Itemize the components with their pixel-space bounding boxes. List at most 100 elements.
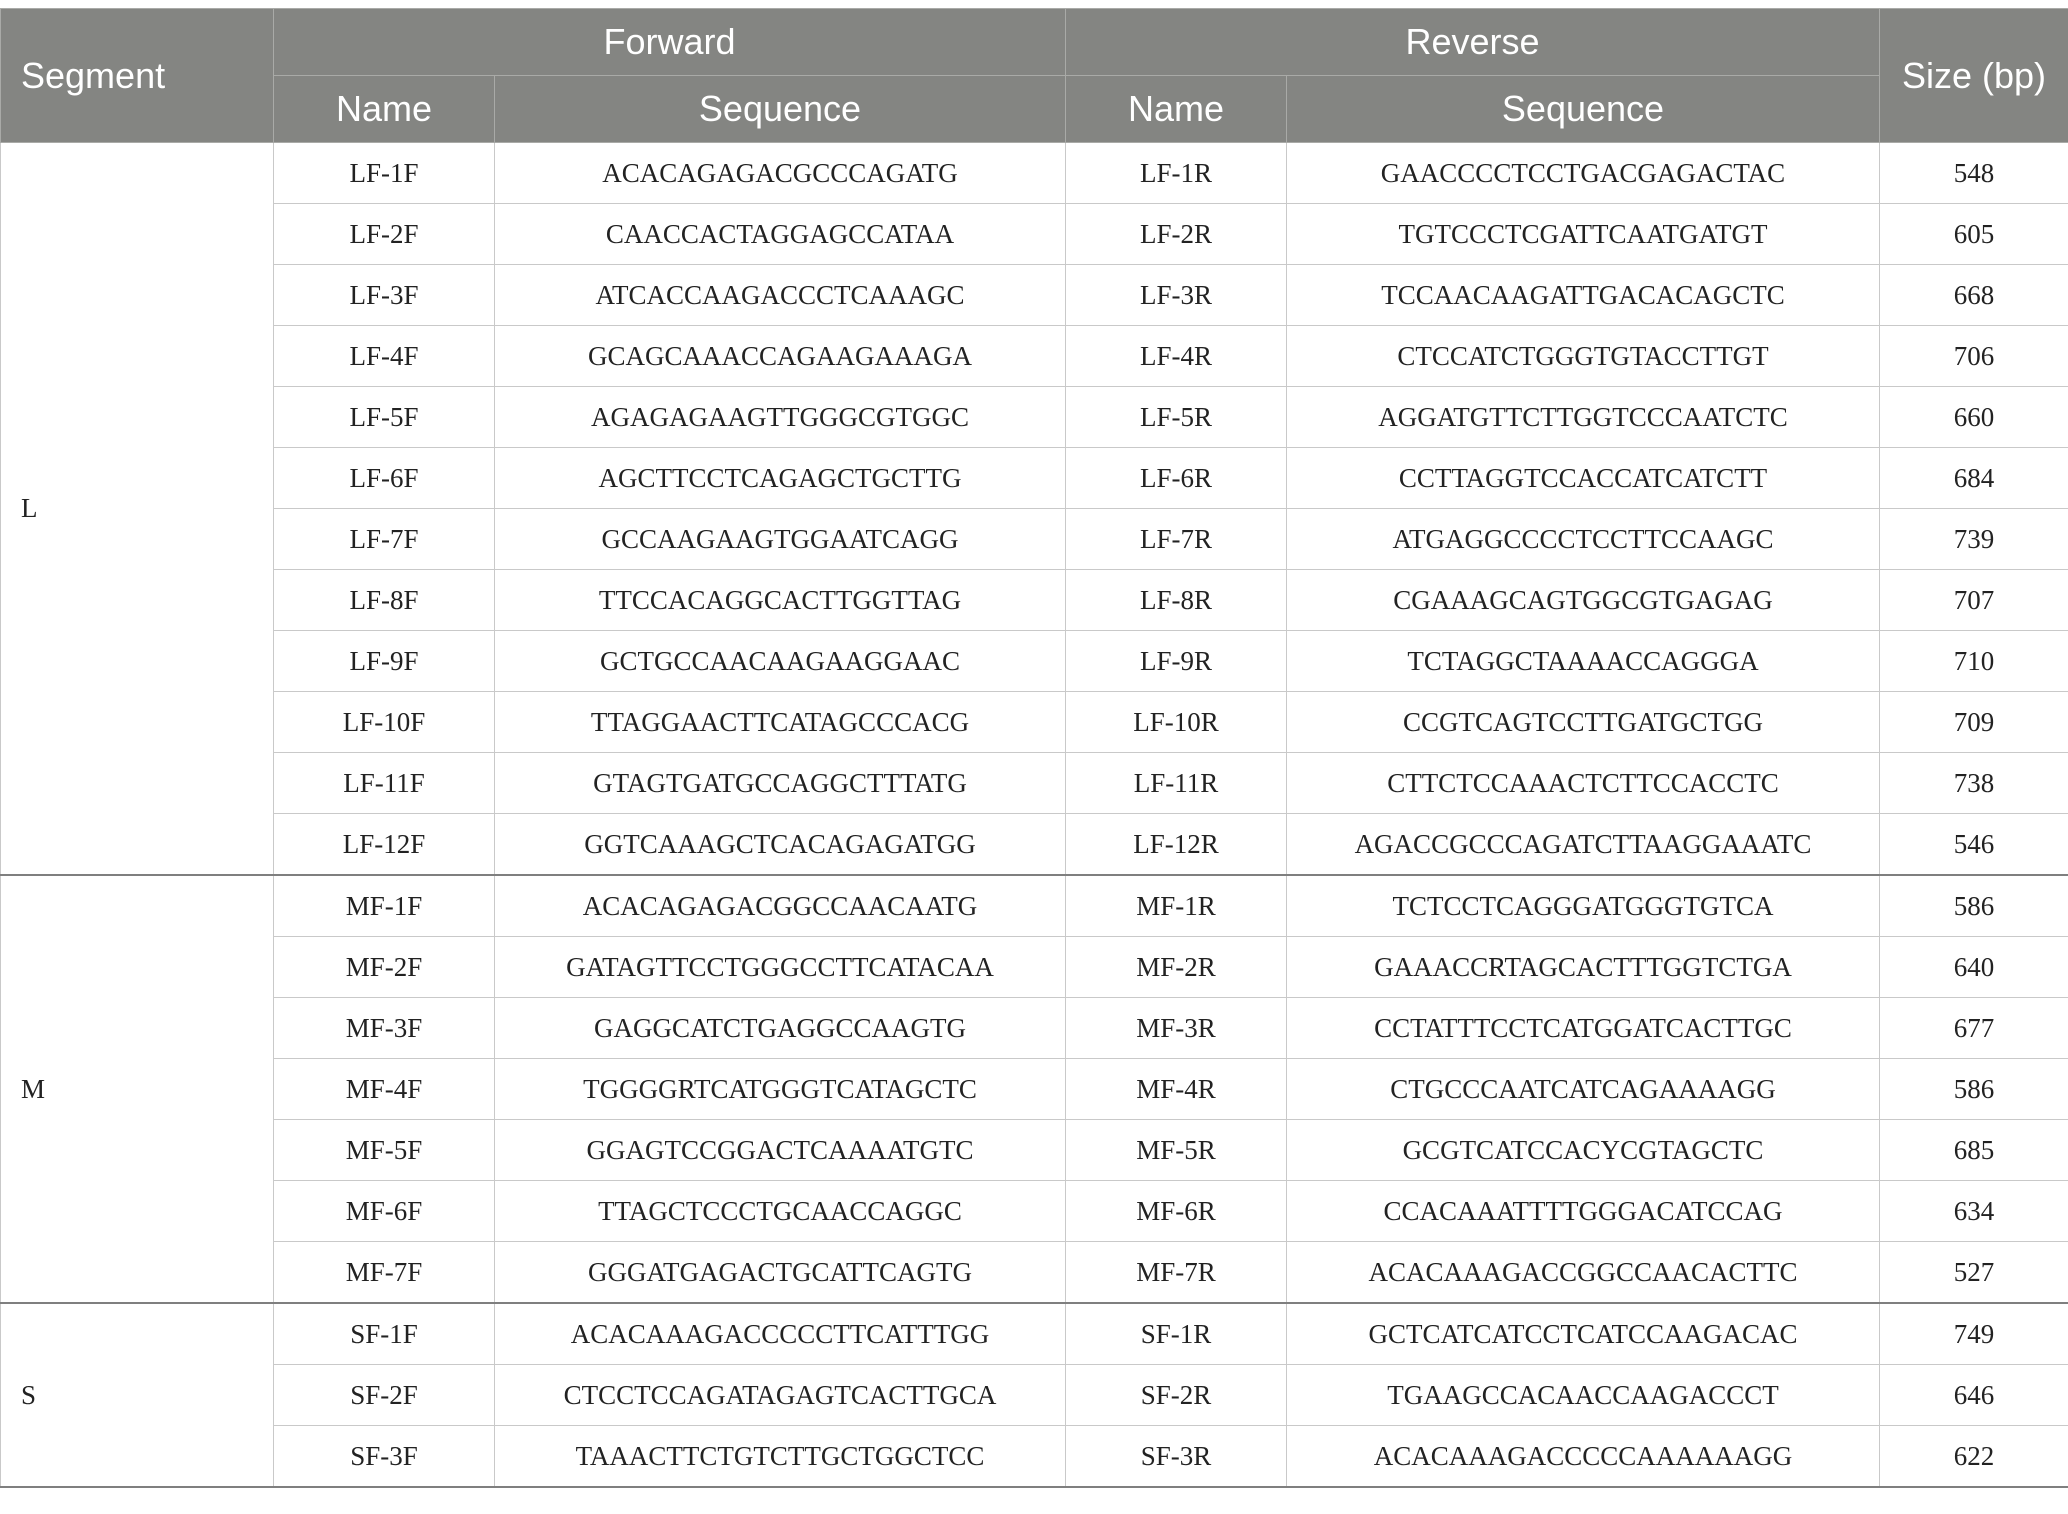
reverse-sequence-cell: TCTAGGCTAAAACCAGGGA (1286, 630, 1880, 692)
forward-sequence-cell: CTCCTCCAGATAGAGTCACTTGCA (494, 1364, 1066, 1426)
reverse-sequence-cell: TGAAGCCACAACCAAGACCCT (1286, 1364, 1880, 1426)
segment-cell: S (0, 1302, 274, 1488)
forward-name-cell: SF-3F (273, 1425, 495, 1488)
reverse-name-cell: LF-1R (1065, 142, 1287, 204)
table-row: LF-12F GGTCAAAGCTCACAGAGATGG LF-12R AGACCGC… (1, 813, 2068, 876)
reverse-sequence-cell: GAAACCRTAGCACTTTGGTCTGA (1286, 936, 1880, 998)
forward-header: Forward (273, 8, 1066, 76)
size-cell: 640 (1879, 936, 2068, 998)
reverse-name-cell: MF-6R (1065, 1180, 1287, 1242)
forward-sequence-cell: TGGGGRTCATGGGTCATAGCTC (494, 1058, 1066, 1120)
reverse-name-cell: LF-11R (1065, 752, 1287, 814)
size-cell: 739 (1879, 508, 2068, 570)
forward-name-cell: LF-9F (273, 630, 495, 692)
reverse-sequence-header: Sequence (1286, 75, 1880, 143)
reverse-sequence-cell: TCTCCTCAGGGATGGGTGTCA (1286, 874, 1880, 937)
forward-name-cell: SF-1F (273, 1302, 495, 1365)
forward-sequence-cell: AGCTTCCTCAGAGCTGCTTG (494, 447, 1066, 509)
table-row: LF-7F GCCAAGAAGTGGAATCAGG LF-7R ATGAGGCCCCT… (1, 508, 2068, 570)
reverse-name-cell: MF-3R (1065, 997, 1287, 1059)
table-row: MF-7F GGGATGAGACTGCATTCAGTG MF-7R ACACAAAGA… (1, 1241, 2068, 1304)
table-row: MF-4F TGGGGRTCATGGGTCATAGCTC MF-4R CTGCCCAA… (1, 1058, 2068, 1120)
reverse-sequence-cell: GAACCCCTCCTGACGAGACTAC (1286, 142, 1880, 204)
reverse-sequence-cell: CTGCCCAATCATCAGAAAAGG (1286, 1058, 1880, 1120)
forward-name-cell: LF-6F (273, 447, 495, 509)
forward-sequence-cell: GGAGTCCGGACTCAAAATGTC (494, 1119, 1066, 1181)
reverse-name-cell: SF-2R (1065, 1364, 1287, 1426)
forward-name-cell: MF-5F (273, 1119, 495, 1181)
table-row: MF-3F GAGGCATCTGAGGCCAAGTG MF-3R CCTATTTCCT… (1, 997, 2068, 1059)
forward-name-cell: SF-2F (273, 1364, 495, 1426)
reverse-name-cell: LF-12R (1065, 813, 1287, 876)
table-row: LF-11F GTAGTGATGCCAGGCTTTATG LF-11R CTTCTCC… (1, 752, 2068, 814)
reverse-name-cell: LF-9R (1065, 630, 1287, 692)
forward-sequence-cell: GGGATGAGACTGCATTCAGTG (494, 1241, 1066, 1304)
reverse-name-cell: MF-2R (1065, 936, 1287, 998)
reverse-header: Reverse (1065, 8, 1880, 76)
reverse-name-cell: MF-1R (1065, 874, 1287, 937)
table-row: L LF-1F ACACAGAGACGCCCAGATG LF-1R GAACCCCTCC… (0, 142, 2068, 876)
size-cell: 605 (1879, 203, 2068, 265)
reverse-name-cell: MF-5R (1065, 1119, 1287, 1181)
reverse-sequence-cell: ATGAGGCCCCTCCTTCCAAGC (1286, 508, 1880, 570)
forward-sequence-cell: TTCCACAGGCACTTGGTTAG (494, 569, 1066, 631)
reverse-name-cell: MF-4R (1065, 1058, 1287, 1120)
table-row: LF-3F ATCACCAAGACCCTCAAAGC LF-3R TCCAACAAGA… (1, 264, 2068, 326)
forward-name-cell: MF-3F (273, 997, 495, 1059)
size-cell: 710 (1879, 630, 2068, 692)
reverse-name-cell: LF-8R (1065, 569, 1287, 631)
forward-name-cell: LF-12F (273, 813, 495, 876)
reverse-sequence-cell: AGACCGCCCAGATCTTAAGGAAATC (1286, 813, 1880, 876)
size-cell: 622 (1879, 1425, 2068, 1488)
reverse-sequence-cell: CCACAAATTTTGGGACATCCAG (1286, 1180, 1880, 1242)
table-row: LF-6F AGCTTCCTCAGAGCTGCTTG LF-6R CCTTAGGTCC… (1, 447, 2068, 509)
forward-sequence-cell: GCTGCCAACAAGAAGGAAC (494, 630, 1066, 692)
forward-sequence-cell: TTAGCTCCCTGCAACCAGGC (494, 1180, 1066, 1242)
table-row: LF-4F GCAGCAAACCAGAAGAAAGA LF-4R CTCCATCTGG… (1, 325, 2068, 387)
forward-name-cell: LF-7F (273, 508, 495, 570)
forward-name-cell: MF-4F (273, 1058, 495, 1120)
forward-sequence-cell: GAGGCATCTGAGGCCAAGTG (494, 997, 1066, 1059)
table-row: MF-5F GGAGTCCGGACTCAAAATGTC MF-5R GCGTCATCC… (1, 1119, 2068, 1181)
table-row: LF-2F CAACCACTAGGAGCCATAA LF-2R TGTCCCTCGAT… (1, 203, 2068, 265)
size-cell: 668 (1879, 264, 2068, 326)
size-cell: 634 (1879, 1180, 2068, 1242)
size-cell: 684 (1879, 447, 2068, 509)
reverse-name-cell: LF-4R (1065, 325, 1287, 387)
forward-sequence-cell: CAACCACTAGGAGCCATAA (494, 203, 1066, 265)
forward-sequence-cell: TTAGGAACTTCATAGCCCACG (494, 691, 1066, 753)
size-cell: 546 (1879, 813, 2068, 876)
reverse-sequence-cell: TCCAACAAGATTGACACAGCTC (1286, 264, 1880, 326)
forward-name-cell: LF-2F (273, 203, 495, 265)
table-header: Segment Forward Reverse Size (bp) Name S… (0, 8, 2068, 143)
size-cell: 548 (1879, 142, 2068, 204)
forward-sequence-cell: AGAGAGAAGTTGGGCGTGGC (494, 386, 1066, 448)
forward-name-cell: MF-6F (273, 1180, 495, 1242)
reverse-sequence-cell: CGAAAGCAGTGGCGTGAGAG (1286, 569, 1880, 631)
reverse-name-cell: SF-3R (1065, 1425, 1287, 1488)
size-cell: 646 (1879, 1364, 2068, 1426)
reverse-name-cell: LF-10R (1065, 691, 1287, 753)
table-row: SF-2F CTCCTCCAGATAGAGTCACTTGCA SF-2R TGAAGC… (1, 1364, 2068, 1426)
size-cell: 738 (1879, 752, 2068, 814)
forward-sequence-cell: GCCAAGAAGTGGAATCAGG (494, 508, 1066, 570)
forward-name-cell: LF-1F (273, 142, 495, 204)
reverse-name-cell: SF-1R (1065, 1302, 1287, 1365)
forward-name-cell: LF-10F (273, 691, 495, 753)
size-cell: 706 (1879, 325, 2068, 387)
table-row: LF-10F TTAGGAACTTCATAGCCCACG LF-10R CCGTCAG… (1, 691, 2068, 753)
table-row: S SF-1F ACACAAAGACCCCCTTCATTTGG SF-1R GCTCAT… (0, 1302, 2068, 1488)
reverse-name-cell: LF-5R (1065, 386, 1287, 448)
table-row: LF-5F AGAGAGAAGTTGGGCGTGGC LF-5R AGGATGTTCT… (1, 386, 2068, 448)
table-row: M MF-1F ACACAGAGACGGCCAACAATG MF-1R TCTCCTCA… (0, 874, 2068, 1304)
table-row: SF-3F TAAACTTCTGTCTTGCTGGCTCC SF-3R ACACAAA… (1, 1425, 2068, 1488)
primer-table-container: Segment Forward Reverse Size (bp) Name S… (0, 8, 2068, 1488)
size-cell: 707 (1879, 569, 2068, 631)
reverse-name-cell: LF-7R (1065, 508, 1287, 570)
reverse-sequence-cell: GCGTCATCCACYCGTAGCTC (1286, 1119, 1880, 1181)
table-row: LF-9F GCTGCCAACAAGAAGGAAC LF-9R TCTAGGCTAAA… (1, 630, 2068, 692)
forward-sequence-cell: GGTCAAAGCTCACAGAGATGG (494, 813, 1066, 876)
reverse-name-cell: LF-6R (1065, 447, 1287, 509)
reverse-sequence-cell: AGGATGTTCTTGGTCCCAATCTC (1286, 386, 1880, 448)
reverse-sequence-cell: TGTCCCTCGATTCAATGATGT (1286, 203, 1880, 265)
